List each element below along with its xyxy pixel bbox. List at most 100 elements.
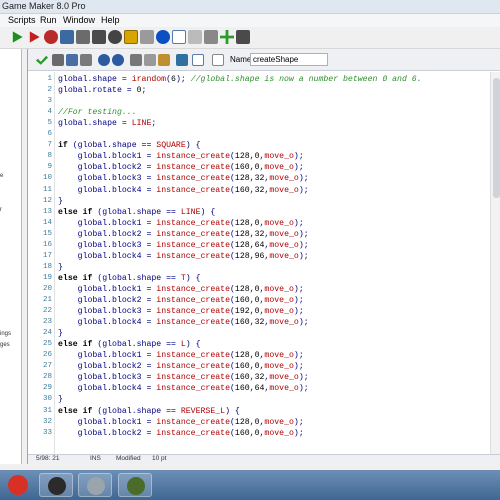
path-icon[interactable]: [92, 30, 106, 44]
code-text: global.block3 = instance_create(192,0,mo…: [58, 307, 304, 317]
code-text: global.block4 = instance_create(160,32,m…: [58, 185, 309, 195]
title-bar: Game Maker 8.0 Pro: [0, 0, 500, 14]
code-line[interactable]: 23 global.block4 = instance_create(160,3…: [28, 317, 500, 328]
tree-fragment: ges: [0, 342, 10, 348]
code-line[interactable]: 3: [28, 96, 500, 107]
code-text: global.block4 = instance_create(160,32,m…: [58, 318, 309, 328]
code-line[interactable]: 19 else if (global.shape == T) {: [28, 273, 500, 284]
background-icon[interactable]: [76, 30, 90, 44]
code-line[interactable]: 26 global.block1 = instance_create(128,0…: [28, 350, 500, 361]
code-line[interactable]: 28 global.block3 = instance_create(160,3…: [28, 372, 500, 383]
undo-icon[interactable]: [98, 54, 110, 66]
run-icon[interactable]: [12, 31, 23, 43]
line-number: 21: [42, 296, 52, 304]
code-line[interactable]: 24}: [28, 328, 500, 339]
sprite-icon[interactable]: [44, 30, 58, 44]
code-line[interactable]: 12}: [28, 196, 500, 207]
font-size: 10 pt: [152, 455, 167, 462]
code-line[interactable]: 7 if (global.shape == SQUARE) {: [28, 140, 500, 151]
search-icon[interactable]: [176, 54, 188, 66]
taskbar-item[interactable]: [39, 473, 73, 497]
print-icon[interactable]: [80, 54, 92, 66]
code-line[interactable]: 17 global.block4 = instance_create(128,9…: [28, 251, 500, 262]
room-icon[interactable]: [172, 30, 186, 44]
code-line[interactable]: 5 global.shape = LINE;: [28, 118, 500, 129]
code-line[interactable]: 33 global.block2 = instance_create(160,0…: [28, 428, 500, 439]
code-line[interactable]: 15 global.block2 = instance_create(128,3…: [28, 229, 500, 240]
code-line[interactable]: 25 else if (global.shape == L) {: [28, 339, 500, 350]
line-number: 16: [42, 240, 52, 249]
code-line[interactable]: 20 global.block1 = instance_create(128,0…: [28, 284, 500, 295]
redo-icon[interactable]: [112, 54, 124, 66]
line-number: 9: [47, 163, 52, 172]
object-icon[interactable]: [156, 30, 170, 44]
code-line[interactable]: 29 global.block4 = instance_create(160,6…: [28, 383, 500, 394]
cut-icon[interactable]: [130, 54, 142, 66]
extensions-icon[interactable]: [236, 30, 250, 44]
scrollbar-thumb[interactable]: [493, 78, 500, 198]
menu-help[interactable]: Help: [101, 15, 120, 25]
code-editor[interactable]: 1 global.shape = irandom(6); //global.sha…: [28, 72, 500, 454]
line-number: 25: [42, 340, 52, 349]
code-line[interactable]: 14 global.block1 = instance_create(128,0…: [28, 218, 500, 229]
line-number: 17: [42, 251, 52, 260]
menu-window[interactable]: Window: [63, 15, 95, 25]
game-icon: [127, 477, 145, 495]
code-text: global.block2 = instance_create(160,0,mo…: [58, 428, 304, 438]
code-line[interactable]: 22 global.block3 = instance_create(192,0…: [28, 306, 500, 317]
code-line[interactable]: 27 global.block2 = instance_create(160,0…: [28, 361, 500, 372]
line-number: 32: [42, 417, 52, 426]
debug-run-icon[interactable]: [29, 31, 40, 43]
code-line[interactable]: 6: [28, 129, 500, 140]
code-line[interactable]: 2 global.rotate = 0;: [28, 85, 500, 96]
status-bar: 5/98: 21 INS Modified 10 pt: [28, 454, 500, 464]
code-line[interactable]: 13 else if (global.shape == LINE) {: [28, 207, 500, 218]
taskbar-item[interactable]: [118, 473, 152, 497]
script-name-input[interactable]: [250, 53, 328, 66]
taskbar-item[interactable]: [78, 473, 112, 497]
color-icon[interactable]: [212, 54, 224, 66]
font-icon[interactable]: [124, 30, 138, 44]
code-line[interactable]: 16 global.block3 = instance_create(128,6…: [28, 240, 500, 251]
code-line[interactable]: 1 global.shape = irandom(6); //global.sha…: [28, 74, 500, 85]
script-icon[interactable]: [108, 30, 122, 44]
code-line[interactable]: 10 global.block3 = instance_create(128,3…: [28, 173, 500, 184]
code-line[interactable]: 8 global.block1 = instance_create(128,0,…: [28, 151, 500, 162]
vertical-scrollbar[interactable]: [490, 72, 500, 454]
sound-icon[interactable]: [60, 30, 74, 44]
line-number: 5: [47, 119, 52, 128]
settings-icon[interactable]: [204, 30, 218, 44]
timeline-icon[interactable]: [140, 30, 154, 44]
taskbar-item[interactable]: [2, 473, 36, 497]
line-number: 12: [42, 196, 52, 205]
code-line[interactable]: 21 global.block2 = instance_create(160,0…: [28, 295, 500, 306]
code-text: global.block2 = instance_create(160,0,mo…: [58, 296, 304, 305]
line-number: 29: [42, 384, 52, 393]
game-info-icon[interactable]: [188, 30, 202, 44]
ok-checkmark-icon[interactable]: [36, 55, 48, 65]
code-line[interactable]: 18}: [28, 262, 500, 273]
goto-line-icon[interactable]: [192, 54, 204, 66]
code-line[interactable]: 9 global.block2 = instance_create(160,0,…: [28, 162, 500, 173]
code-line[interactable]: 31 else if (global.shape == REVERSE_L) {: [28, 406, 500, 417]
save-icon[interactable]: [66, 54, 78, 66]
code-line[interactable]: 11 global.block4 = instance_create(160,3…: [28, 185, 500, 196]
app-icon: [87, 477, 105, 495]
load-icon[interactable]: [52, 54, 64, 66]
menu-run[interactable]: Run: [40, 15, 57, 25]
paste-icon[interactable]: [158, 54, 170, 66]
code-line[interactable]: 32 global.block1 = instance_create(128,0…: [28, 417, 500, 428]
resource-tree[interactable]: e r ings ges: [0, 49, 22, 464]
code-text: global.block1 = instance_create(128,0,mo…: [58, 218, 304, 228]
code-line[interactable]: 30}: [28, 394, 500, 405]
line-number: 4: [47, 108, 52, 117]
copy-icon[interactable]: [144, 54, 156, 66]
menu-scripts[interactable]: Scripts: [8, 15, 36, 25]
line-number: 27: [42, 362, 52, 371]
code-line[interactable]: 4 //For testing...: [28, 107, 500, 118]
code-text: if (global.shape == SQUARE) {: [58, 141, 201, 151]
add-icon[interactable]: [220, 30, 234, 44]
code-text: global.block4 = instance_create(160,64,m…: [58, 384, 309, 394]
code-text: //For testing...: [58, 108, 137, 118]
line-number: 7: [47, 141, 52, 150]
